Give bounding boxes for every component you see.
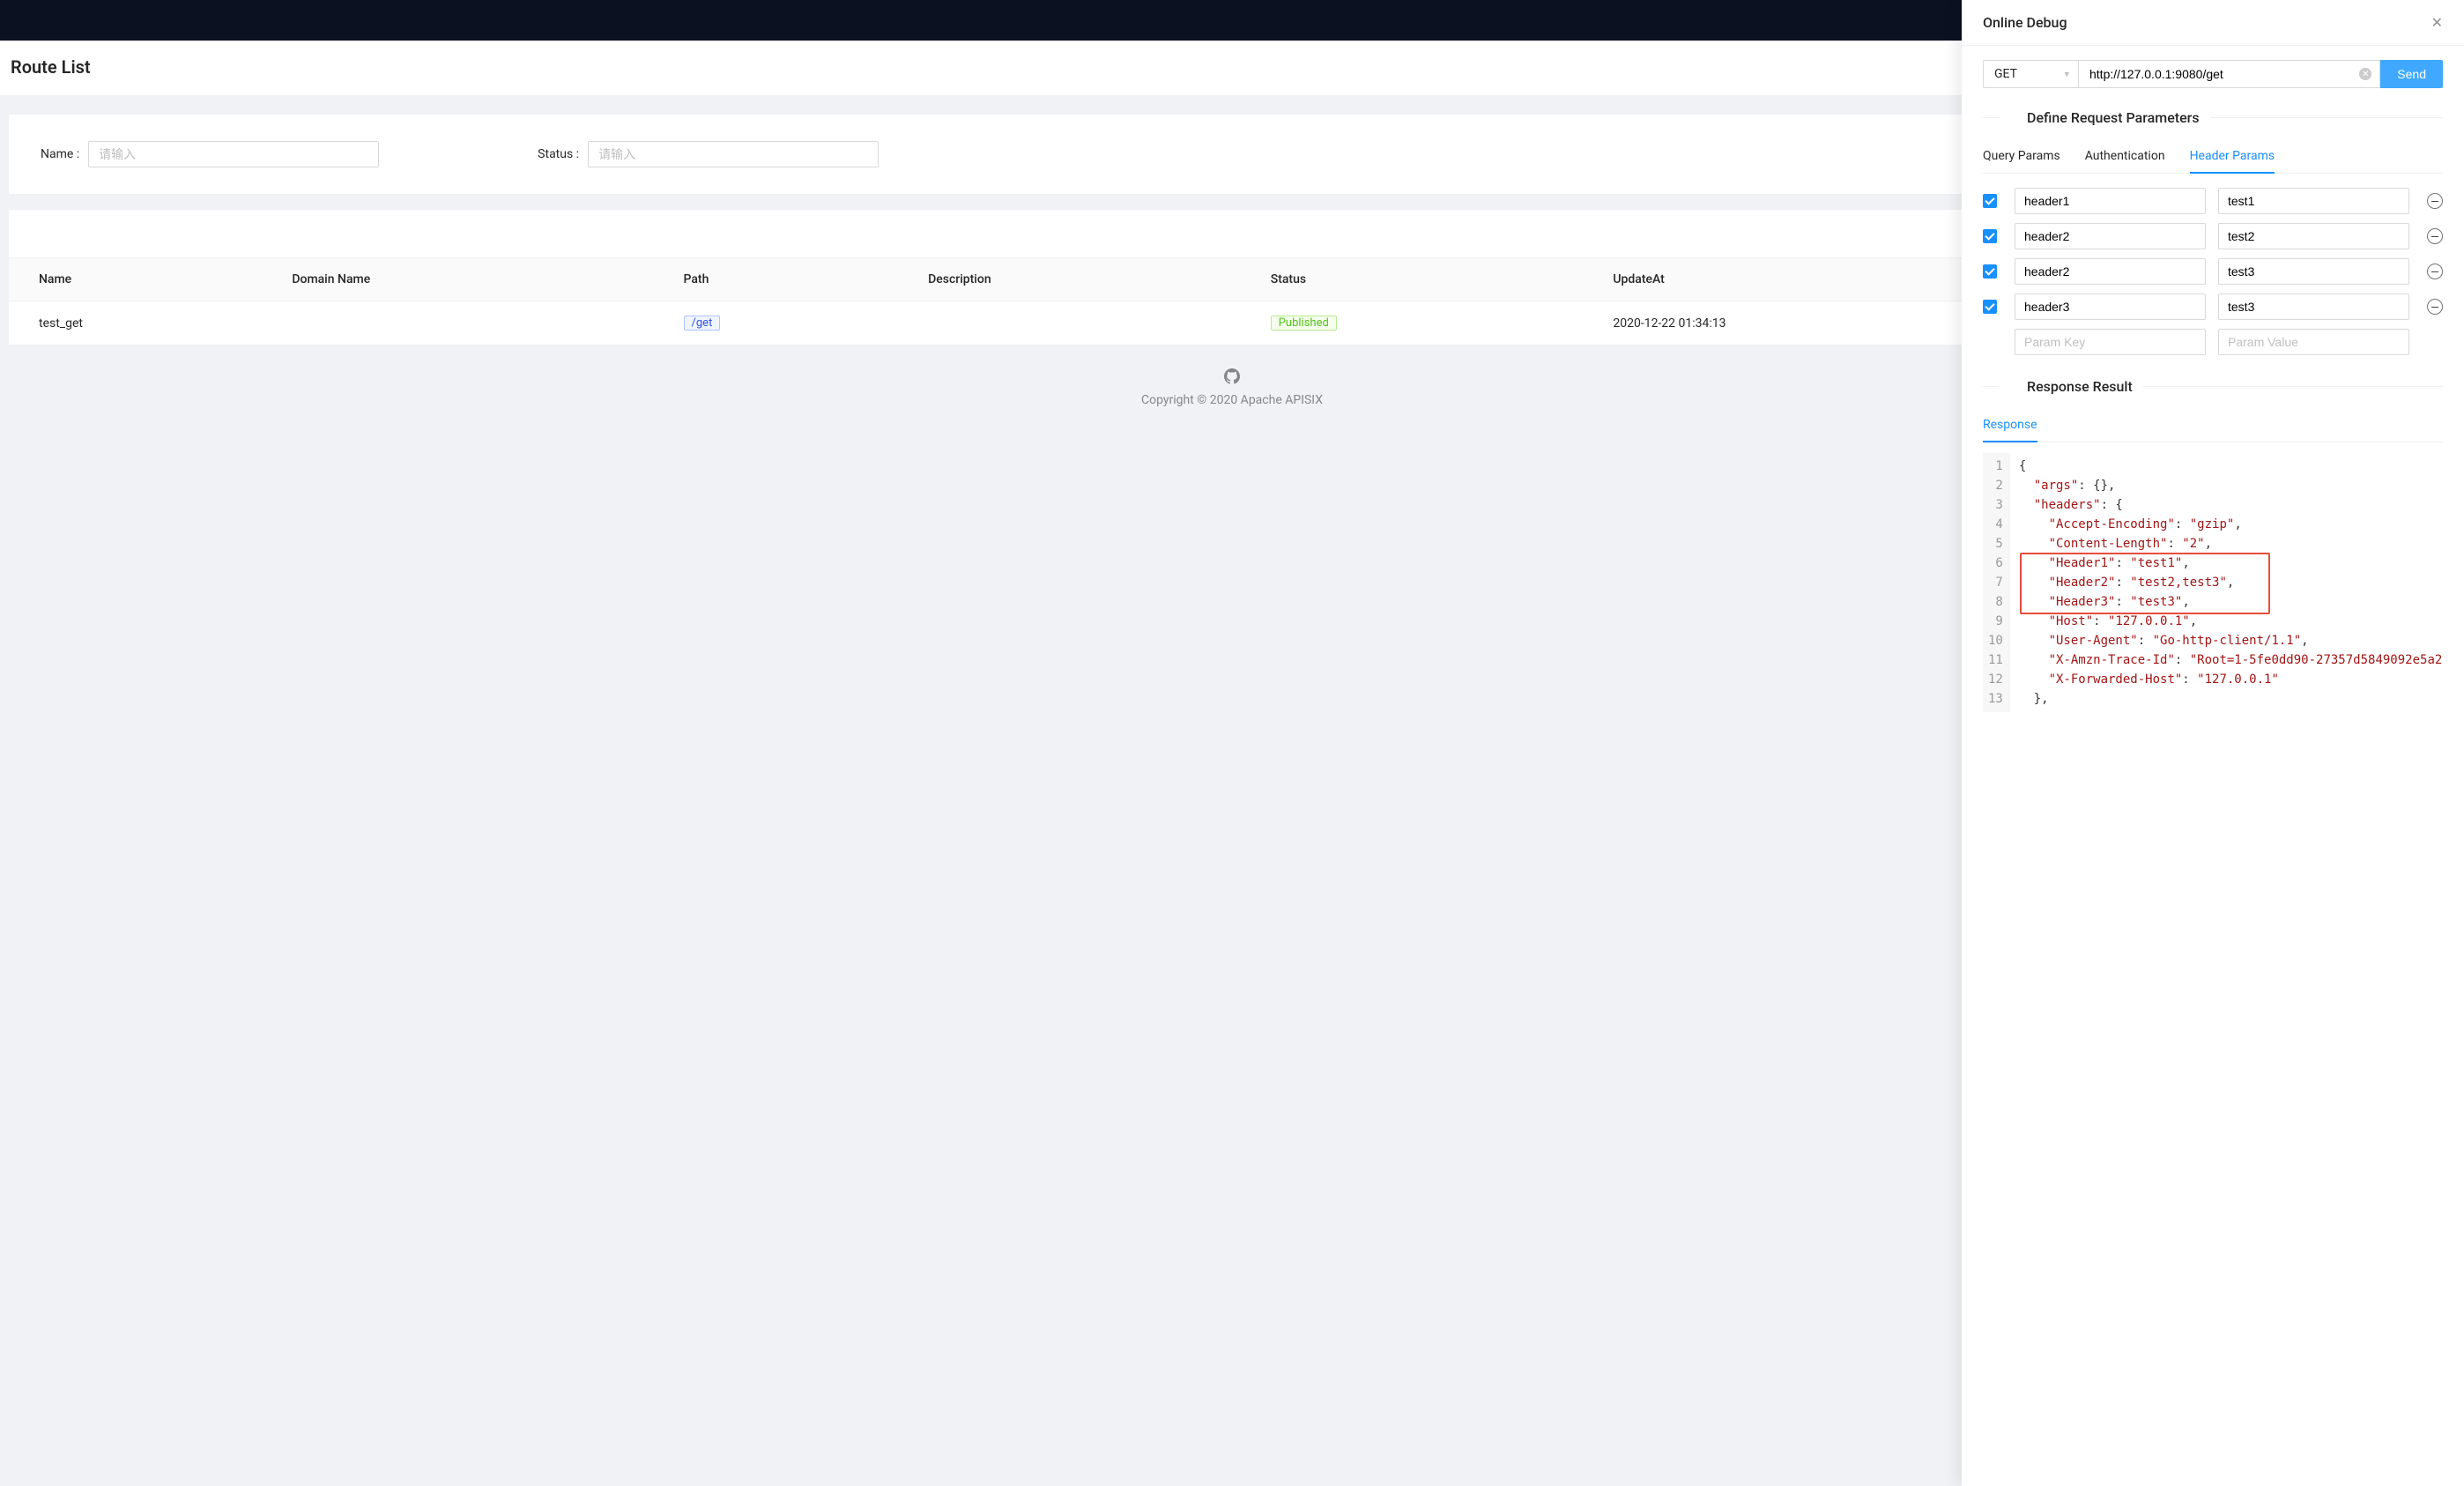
method-value: GET <box>1994 67 2017 81</box>
tab-response[interactable]: Response <box>1983 409 2037 442</box>
remove-row-icon[interactable] <box>2427 299 2443 315</box>
debug-drawer: Online Debug ✕ GET ▾ ✕ Send Define Reque… <box>1962 0 2464 1486</box>
section-response-title: Response Result <box>2027 378 2133 395</box>
header-key-input[interactable] <box>2015 258 2206 285</box>
close-icon[interactable]: ✕ <box>2431 14 2443 31</box>
filter-status-input[interactable] <box>588 141 879 167</box>
col-name: Name <box>9 258 278 301</box>
header-row <box>1983 258 2443 285</box>
header-row <box>1983 188 2443 214</box>
section-params-title: Define Request Parameters <box>2027 109 2200 126</box>
filter-name-label: Name : <box>41 147 79 161</box>
header-row-checkbox[interactable] <box>1983 194 1997 208</box>
cell-name: test_get <box>9 301 278 345</box>
remove-row-icon[interactable] <box>2427 228 2443 244</box>
header-value-input[interactable] <box>2218 258 2409 285</box>
header-value-input[interactable] <box>2218 188 2409 214</box>
header-key-input[interactable] <box>2015 188 2206 214</box>
github-icon[interactable] <box>1224 368 1240 388</box>
chevron-down-icon: ▾ <box>2064 69 2069 80</box>
cell-description <box>914 301 1257 345</box>
cell-path: /get <box>670 301 915 345</box>
header-row <box>1983 223 2443 249</box>
header-row-new <box>1983 329 2443 355</box>
header-row-checkbox[interactable] <box>1983 300 1997 314</box>
header-row-checkbox[interactable] <box>1983 229 1997 243</box>
header-value-input[interactable] <box>2218 223 2409 249</box>
clear-url-icon[interactable]: ✕ <box>2359 68 2371 80</box>
filter-name-input[interactable] <box>88 141 379 167</box>
cell-status: Published <box>1257 301 1599 345</box>
response-body: 12345678910111213 { "args": {}, "headers… <box>1983 453 2443 712</box>
header-value-input[interactable] <box>2218 293 2409 320</box>
header-value-input[interactable] <box>2218 329 2409 355</box>
col-path: Path <box>670 258 915 301</box>
col-domain: Domain Name <box>278 258 669 301</box>
path-tag: /get <box>684 316 721 331</box>
header-row <box>1983 293 2443 320</box>
cell-domain <box>278 301 669 345</box>
tab-query-params[interactable]: Query Params <box>1983 140 2060 173</box>
status-badge: Published <box>1271 316 1337 331</box>
tab-header-params[interactable]: Header Params <box>2190 140 2275 174</box>
filter-status-label: Status : <box>538 147 579 161</box>
drawer-title: Online Debug <box>1983 14 2067 31</box>
header-row-checkbox[interactable] <box>1983 264 1997 279</box>
header-key-input[interactable] <box>2015 329 2206 355</box>
url-input[interactable] <box>2078 60 2380 88</box>
col-status: Status <box>1257 258 1599 301</box>
header-key-input[interactable] <box>2015 223 2206 249</box>
send-button[interactable]: Send <box>2380 60 2443 88</box>
remove-row-icon[interactable] <box>2427 264 2443 279</box>
header-key-input[interactable] <box>2015 293 2206 320</box>
remove-row-icon[interactable] <box>2427 193 2443 209</box>
tab-authentication[interactable]: Authentication <box>2085 140 2165 173</box>
method-select[interactable]: GET ▾ <box>1983 60 2078 88</box>
col-description: Description <box>914 258 1257 301</box>
